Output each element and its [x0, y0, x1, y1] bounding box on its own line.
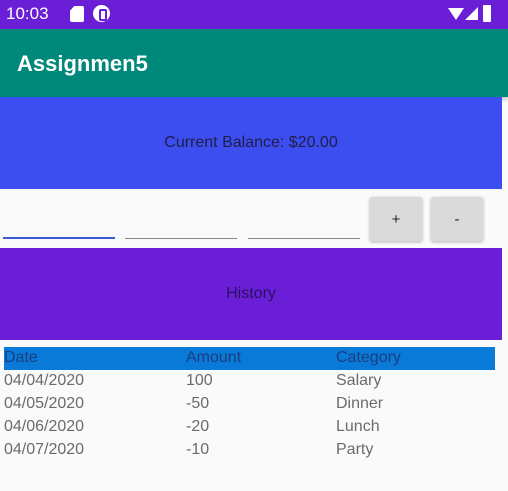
current-balance-text: Current Balance: $20.00 — [164, 134, 338, 151]
row-date: 04/04/2020 — [4, 372, 85, 389]
add-button[interactable]: + — [370, 197, 422, 241]
table-header-row: Date Amount Category — [4, 347, 495, 370]
balance-panel: Current Balance: $20.00 — [0, 97, 502, 189]
app-bar: Assignmen5 — [0, 29, 508, 97]
table-row: 04/04/2020 100 Salary — [4, 370, 495, 393]
subtract-button[interactable]: - — [431, 197, 483, 241]
row-category: Dinner — [336, 395, 384, 412]
sync-icon — [93, 5, 110, 22]
table-row: 04/05/2020 -50 Dinner — [4, 393, 495, 416]
wifi-icon — [448, 8, 464, 20]
amount-input[interactable] — [125, 205, 237, 239]
sd-card-icon — [70, 6, 84, 22]
row-category: Salary — [336, 372, 382, 389]
status-bar: 10:03 — [0, 0, 508, 29]
signal-icon — [465, 7, 478, 20]
row-date: 04/05/2020 — [4, 395, 85, 412]
date-input[interactable] — [3, 205, 115, 239]
history-title: History — [226, 285, 276, 302]
history-table: Date Amount Category 04/04/2020 100 Sala… — [4, 347, 495, 462]
row-amount: -20 — [186, 418, 210, 435]
status-time: 10:03 — [6, 4, 49, 23]
table-row: 04/06/2020 -20 Lunch — [4, 416, 495, 439]
row-category: Lunch — [336, 418, 380, 435]
row-date: 04/07/2020 — [4, 441, 85, 458]
header-category: Category — [336, 349, 401, 366]
row-amount: -10 — [186, 441, 210, 458]
app-title: Assignmen5 — [17, 51, 148, 76]
row-date: 04/06/2020 — [4, 418, 85, 435]
row-category: Party — [336, 441, 374, 458]
table-row: 04/07/2020 -10 Party — [4, 439, 495, 462]
header-date: Date — [4, 349, 38, 366]
header-amount: Amount — [186, 349, 242, 366]
row-amount: 100 — [186, 372, 213, 389]
category-input[interactable] — [248, 205, 360, 239]
row-amount: -50 — [186, 395, 210, 412]
history-panel: History — [0, 248, 502, 340]
battery-icon — [483, 5, 491, 22]
